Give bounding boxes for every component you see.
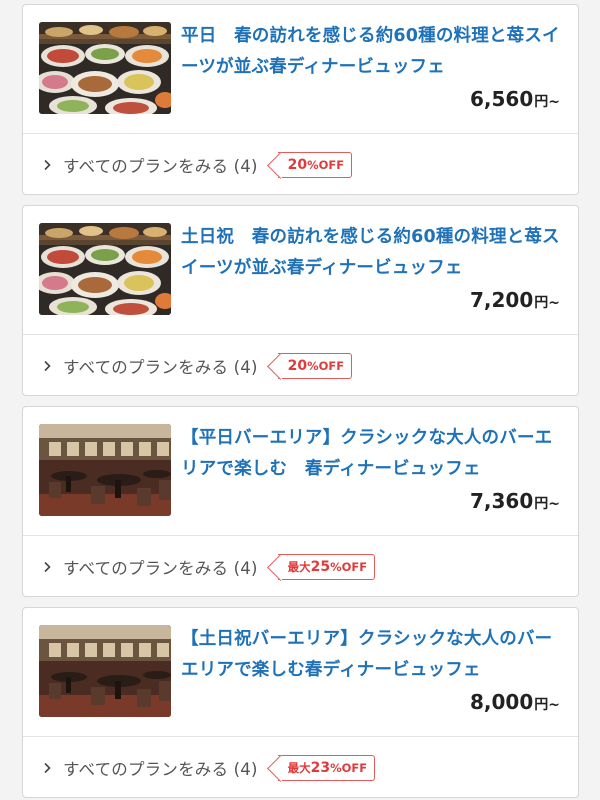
- chevron-right-icon: [41, 762, 53, 774]
- badge-prefix: 最大: [287, 559, 311, 574]
- badge-number: 20: [287, 357, 308, 374]
- chevron-right-icon: [41, 360, 53, 372]
- buffet-food-photo: [39, 223, 171, 315]
- badge-off: %OFF: [307, 157, 345, 172]
- show-all-plans-row[interactable]: すべてのプランをみる (4) 20 %OFF: [23, 134, 578, 194]
- badge-number: 25: [310, 558, 331, 575]
- show-all-plans-row[interactable]: すべてのプランをみる (4) 最大 23 %OFF: [23, 737, 578, 797]
- plan-price: 7,200 円~: [470, 288, 560, 312]
- plan-card: 【土日祝バーエリア】クラシックな大人のバーエリアで楽しむ春ディナービュッフェ 8…: [22, 607, 579, 798]
- plan-title-link[interactable]: 土日祝 春の訪れを感じる約60種の料理と苺スイーツが並ぶ春ディナービュッフェ: [181, 222, 565, 284]
- price-unit: 円~: [534, 94, 560, 110]
- show-all-plans-label: すべてのプランをみる (4): [63, 357, 258, 377]
- show-all-plans-label: すべてのプランをみる (4): [63, 156, 258, 176]
- badge-number: 20: [287, 156, 308, 173]
- show-all-plans-row[interactable]: すべてのプランをみる (4) 最大 25 %OFF: [23, 536, 578, 596]
- chevron-right-icon: [41, 159, 53, 171]
- badge-prefix: 最大: [287, 760, 311, 775]
- plan-card: 平日 春の訪れを感じる約60種の料理と苺スイーツが並ぶ春ディナービュッフェ 6,…: [22, 4, 579, 195]
- price-unit: 円~: [534, 697, 560, 713]
- chevron-right-icon: [41, 561, 53, 573]
- plan-card-header: 平日 春の訪れを感じる約60種の料理と苺スイーツが並ぶ春ディナービュッフェ 6,…: [23, 5, 578, 134]
- plan-card: 土日祝 春の訪れを感じる約60種の料理と苺スイーツが並ぶ春ディナービュッフェ 7…: [22, 205, 579, 396]
- bar-area-photo: [39, 625, 171, 717]
- plan-card: 【平日バーエリア】クラシックな大人のバーエリアで楽しむ 春ディナービュッフェ 7…: [22, 406, 579, 597]
- plan-price: 8,000 円~: [470, 690, 560, 714]
- plan-card-header: 【平日バーエリア】クラシックな大人のバーエリアで楽しむ 春ディナービュッフェ 7…: [23, 407, 578, 536]
- price-amount: 8,000: [470, 690, 534, 714]
- plan-list: 平日 春の訪れを感じる約60種の料理と苺スイーツが並ぶ春ディナービュッフェ 6,…: [22, 4, 579, 800]
- price-amount: 6,560: [470, 87, 534, 111]
- price-unit: 円~: [534, 496, 560, 512]
- buffet-food-photo: [39, 22, 171, 114]
- plan-title-link[interactable]: 【土日祝バーエリア】クラシックな大人のバーエリアで楽しむ春ディナービュッフェ: [181, 624, 565, 686]
- plan-card-header: 土日祝 春の訪れを感じる約60種の料理と苺スイーツが並ぶ春ディナービュッフェ 7…: [23, 206, 578, 335]
- show-all-plans-label: すべてのプランをみる (4): [63, 759, 258, 779]
- discount-badge: 最大 25 %OFF: [277, 553, 376, 580]
- price-amount: 7,200: [470, 288, 534, 312]
- discount-badge: 最大 23 %OFF: [277, 754, 376, 781]
- discount-badge: 20 %OFF: [277, 151, 353, 178]
- show-all-plans-label: すべてのプランをみる (4): [63, 558, 258, 578]
- plan-price: 6,560 円~: [470, 87, 560, 111]
- plan-title-link[interactable]: 平日 春の訪れを感じる約60種の料理と苺スイーツが並ぶ春ディナービュッフェ: [181, 21, 565, 83]
- bar-area-photo: [39, 424, 171, 516]
- show-all-plans-row[interactable]: すべてのプランをみる (4) 20 %OFF: [23, 335, 578, 395]
- badge-off: %OFF: [330, 559, 368, 574]
- plan-card-header: 【土日祝バーエリア】クラシックな大人のバーエリアで楽しむ春ディナービュッフェ 8…: [23, 608, 578, 737]
- discount-badge: 20 %OFF: [277, 352, 353, 379]
- badge-off: %OFF: [330, 760, 368, 775]
- plan-thumbnail-buffet-food[interactable]: [39, 223, 171, 315]
- plan-title-link[interactable]: 【平日バーエリア】クラシックな大人のバーエリアで楽しむ 春ディナービュッフェ: [181, 423, 565, 485]
- plan-price: 7,360 円~: [470, 489, 560, 513]
- badge-number: 23: [310, 759, 331, 776]
- price-unit: 円~: [534, 295, 560, 311]
- plan-thumbnail-bar-area[interactable]: [39, 625, 171, 717]
- price-amount: 7,360: [470, 489, 534, 513]
- badge-off: %OFF: [307, 358, 345, 373]
- plan-thumbnail-bar-area[interactable]: [39, 424, 171, 516]
- plan-thumbnail-buffet-food[interactable]: [39, 22, 171, 114]
